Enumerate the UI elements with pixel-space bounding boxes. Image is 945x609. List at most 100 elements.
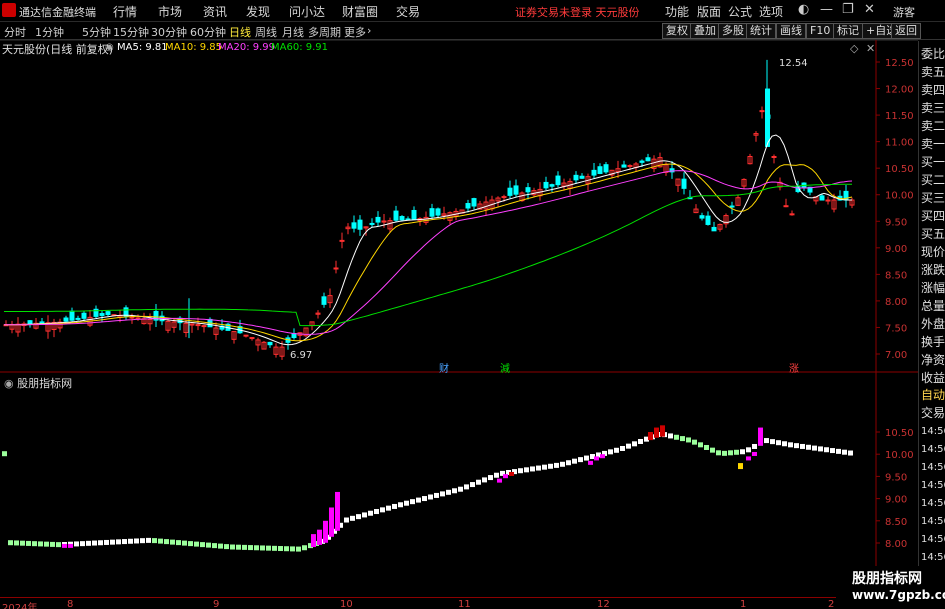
indicator-dot	[176, 540, 181, 546]
indicator-dot	[818, 446, 823, 452]
price-axis-label: 11.00	[885, 138, 914, 149]
indicator-dot	[200, 542, 205, 548]
quote-buy2[interactable]: 买二	[921, 171, 945, 189]
quote-sell4[interactable]: 卖四	[921, 81, 945, 99]
indicator-dot	[686, 437, 691, 443]
low-price-label: 6.97	[290, 350, 313, 361]
annotation-cai[interactable]: 财	[439, 360, 449, 375]
indicator-dot	[134, 538, 139, 544]
quote-outer[interactable]: 外盘	[921, 315, 945, 333]
price-axis-label: 11.50	[885, 111, 914, 122]
date-label: 2024年	[2, 603, 38, 609]
candle-body	[525, 187, 531, 193]
watermark-url: www.7gpzb.com	[852, 588, 945, 602]
indicator-dot	[458, 486, 463, 492]
date-label: 8	[67, 599, 74, 609]
indicator-bar	[752, 451, 757, 456]
indicator-dot	[830, 448, 835, 454]
quote-sell5[interactable]: 卖五	[921, 63, 945, 81]
auto-toggle[interactable]: 自动	[921, 386, 945, 404]
candle-body	[465, 203, 471, 209]
candle-body	[639, 160, 645, 163]
quote-earnings[interactable]: 收益	[921, 369, 945, 387]
date-label: 11	[458, 599, 471, 609]
indicator-dot	[272, 545, 277, 551]
quote-change-pct[interactable]: 涨幅	[921, 279, 945, 297]
annotation-jian[interactable]: 減	[500, 360, 510, 375]
candle-body	[729, 205, 735, 208]
indicator-dot	[266, 545, 271, 551]
quote-change[interactable]: 涨跌	[921, 261, 945, 279]
indicator-dot	[734, 449, 739, 455]
indicator-dot	[350, 515, 355, 521]
kline-chart[interactable]: 12.50 12.00 11.50 11.00 10.50 10.00 9.50 9.00 8.…	[0, 0, 918, 597]
quote-volume[interactable]: 总量	[921, 297, 945, 315]
tick-time: 14:56	[921, 480, 945, 491]
candle-body	[597, 166, 603, 174]
date-label: 2	[828, 599, 835, 609]
quote-buy5[interactable]: 买五	[921, 225, 945, 243]
candle-body	[393, 210, 399, 221]
quote-sell2[interactable]: 卖二	[921, 117, 945, 135]
indicator-dot	[572, 458, 577, 464]
ma60-line	[4, 183, 853, 327]
quote-sell3[interactable]: 卖三	[921, 99, 945, 117]
indicator-bar	[660, 425, 665, 437]
quote-buy4[interactable]: 买四	[921, 207, 945, 225]
candle-body	[771, 156, 777, 159]
watermark-title: 股朋指标网	[852, 571, 922, 587]
quote-weibi[interactable]: 委比	[921, 45, 945, 63]
indicator-dot	[110, 539, 115, 545]
quote-price[interactable]: 现价	[921, 243, 945, 261]
annotation-zhang[interactable]: 涨	[789, 360, 799, 375]
candle-body	[579, 175, 585, 179]
indicator-dot	[20, 540, 25, 546]
indicator-dot	[788, 442, 793, 448]
indicator-bar	[509, 471, 514, 476]
candle-body	[621, 164, 627, 168]
indicator-bar	[594, 456, 599, 461]
date-label: 9	[213, 599, 220, 609]
indicator-dot	[728, 450, 733, 456]
indicator-dot	[692, 439, 697, 445]
quote-buy3[interactable]: 买三	[921, 189, 945, 207]
indicator-dot	[738, 463, 743, 470]
candle-body	[435, 208, 441, 216]
indicator-dot	[812, 445, 817, 451]
indicator-dot	[836, 448, 841, 454]
price-axis-label: 12.00	[885, 85, 914, 96]
quote-buy1[interactable]: 买一	[921, 153, 945, 171]
tick-time: 14:56	[921, 552, 945, 563]
indicator-dot	[530, 466, 535, 472]
quote-netasset[interactable]: 净资	[921, 351, 945, 369]
candle-body	[573, 174, 579, 181]
indicator-dot	[38, 541, 43, 547]
candle-body	[507, 187, 513, 196]
indicator-dot	[92, 540, 97, 546]
high-price-label: 12.54	[779, 58, 808, 69]
candle-body	[549, 184, 555, 187]
price-axis-label: 8.00	[885, 297, 907, 308]
price-axis-label: 12.50	[885, 58, 914, 69]
trade-tab[interactable]: 交易	[921, 404, 945, 422]
tick-time: 14:56	[921, 498, 945, 509]
quote-sell1[interactable]: 卖一	[921, 135, 945, 153]
indicator-bar	[648, 432, 653, 441]
indicator-dot	[848, 450, 853, 456]
indicator-bar	[654, 427, 659, 438]
candle-body	[429, 208, 435, 217]
indicator-dot	[638, 438, 643, 444]
indicator-bar	[335, 491, 340, 531]
indicator-dot	[716, 450, 721, 456]
indicator-bar	[588, 460, 593, 465]
indicator-dot	[104, 539, 109, 545]
indicator-dot	[494, 472, 499, 478]
indicator-dot	[278, 546, 283, 552]
indicator-dot	[152, 538, 157, 544]
candle-body	[129, 316, 135, 319]
indicator-dot	[800, 443, 805, 449]
candle-body	[39, 321, 45, 324]
candle-body	[69, 310, 75, 321]
indicator-dot	[740, 449, 745, 455]
quote-turnover[interactable]: 换手	[921, 333, 945, 351]
